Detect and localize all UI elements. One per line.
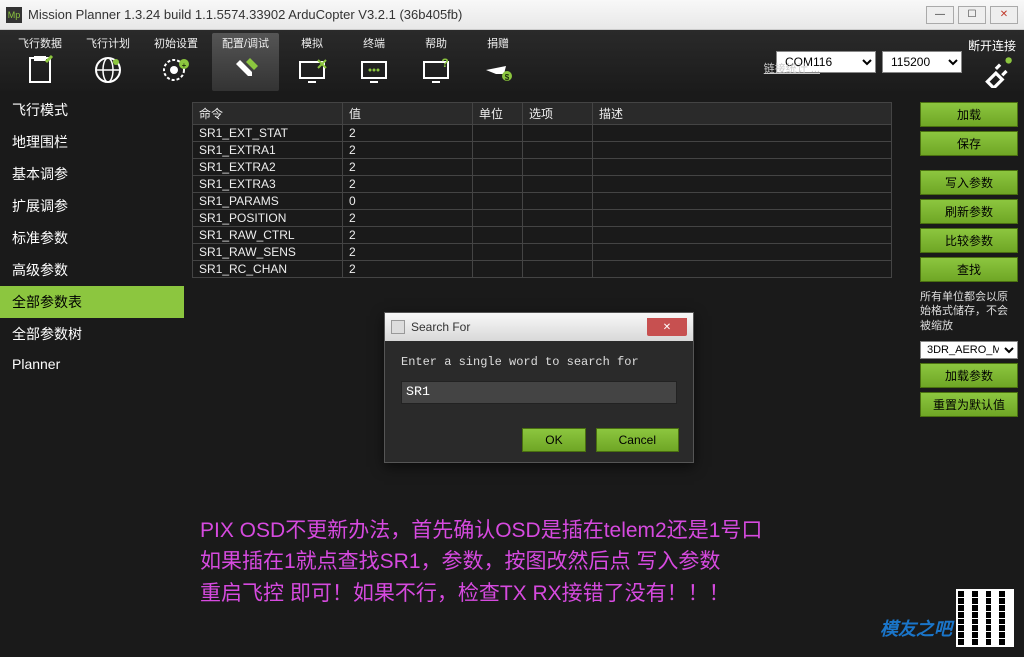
close-button[interactable]: ✕ bbox=[990, 6, 1018, 24]
maximize-button[interactable]: ☐ bbox=[958, 6, 986, 24]
load-from-file-button[interactable]: 加载参数 bbox=[920, 363, 1018, 388]
window-title: Mission Planner 1.3.24 build 1.1.5574.33… bbox=[28, 7, 462, 22]
plug-icon[interactable] bbox=[981, 54, 1015, 88]
tab-config-tuning[interactable]: 配置/调试 bbox=[212, 33, 279, 91]
tab-label: 模拟 bbox=[301, 35, 323, 51]
save-button[interactable]: 保存 bbox=[920, 131, 1018, 156]
sidebar-item-planner[interactable]: Planner bbox=[0, 350, 184, 378]
plane-dollar-icon: $ bbox=[479, 51, 517, 89]
tab-flight-data[interactable]: 飞行数据 bbox=[8, 33, 72, 91]
clipboard-icon bbox=[21, 51, 59, 89]
tab-initial-setup[interactable]: 初始设置 + bbox=[144, 33, 208, 91]
sidebar-item-full-param-table[interactable]: 全部参数表 bbox=[0, 286, 184, 318]
titlebar: Mp Mission Planner 1.3.24 build 1.1.5574… bbox=[0, 0, 1024, 30]
dialog-ok-button[interactable]: OK bbox=[522, 428, 585, 452]
window-controls: — ☐ ✕ bbox=[926, 6, 1018, 24]
reset-defaults-button[interactable]: 重置为默认值 bbox=[920, 392, 1018, 417]
svg-text:+: + bbox=[182, 61, 187, 70]
link-stats-link[interactable]: 链接统计 ... bbox=[764, 60, 820, 76]
table-row[interactable]: SR1_EXTRA32 bbox=[193, 176, 892, 193]
table-row[interactable]: SR1_RAW_SENS2 bbox=[193, 244, 892, 261]
qr-code bbox=[956, 589, 1014, 647]
monitor-x-icon bbox=[293, 51, 331, 89]
dialog-body: Enter a single word to search for bbox=[385, 341, 693, 418]
svg-text:?: ? bbox=[441, 56, 448, 70]
globe-icon bbox=[89, 51, 127, 89]
sidebar-item-geofence[interactable]: 地理围栏 bbox=[0, 126, 184, 158]
table-row[interactable]: SR1_PARAMS0 bbox=[193, 193, 892, 210]
sidebar-item-extended-tuning[interactable]: 扩展调参 bbox=[0, 190, 184, 222]
baud-rate-select[interactable]: 115200 bbox=[882, 51, 962, 73]
tab-terminal[interactable]: 终端 bbox=[345, 33, 403, 91]
tab-label: 终端 bbox=[363, 35, 385, 51]
load-button[interactable]: 加载 bbox=[920, 102, 1018, 127]
search-button[interactable]: 查找 bbox=[920, 257, 1018, 282]
sidebar-item-full-param-tree[interactable]: 全部参数树 bbox=[0, 318, 184, 350]
table-row[interactable]: SR1_POSITION2 bbox=[193, 210, 892, 227]
gear-plus-icon: + bbox=[157, 51, 195, 89]
col-unit[interactable]: 单位 bbox=[473, 103, 523, 125]
table-row[interactable]: SR1_RC_CHAN2 bbox=[193, 261, 892, 278]
dialog-title-text: Search For bbox=[411, 320, 470, 334]
overlay-line2: 如果插在1就点查找SR1，参数，按图改然后点 写入参数 bbox=[200, 546, 762, 578]
sidebar-item-basic-tuning[interactable]: 基本调参 bbox=[0, 158, 184, 190]
dialog-prompt: Enter a single word to search for bbox=[401, 355, 677, 369]
sidebar-item-standard-params[interactable]: 标准参数 bbox=[0, 222, 184, 254]
overlay-line3: 重启飞控 即可！如果不行，检查TX RX接错了没有！！！ bbox=[200, 578, 762, 610]
sidebar: 飞行模式 地理围栏 基本调参 扩展调参 标准参数 高级参数 全部参数表 全部参数… bbox=[0, 94, 184, 657]
tab-label: 帮助 bbox=[425, 35, 447, 51]
dialog-close-button[interactable]: ✕ bbox=[647, 318, 687, 336]
compare-params-button[interactable]: 比较参数 bbox=[920, 228, 1018, 253]
main-toolbar: 飞行数据 飞行计划 初始设置 + 配置/调试 模拟 终端 帮助 ? 捐赠 bbox=[0, 30, 1024, 94]
right-panel: 加载 保存 写入参数 刷新参数 比较参数 查找 所有单位都会以原始格式储存，不会… bbox=[914, 94, 1024, 657]
tab-help[interactable]: 帮助 ? bbox=[407, 33, 465, 91]
sidebar-item-flight-modes[interactable]: 飞行模式 bbox=[0, 94, 184, 126]
help-text: 所有单位都会以原始格式储存，不会被缩放 bbox=[920, 290, 1018, 333]
col-val[interactable]: 值 bbox=[343, 103, 473, 125]
col-desc[interactable]: 描述 bbox=[593, 103, 892, 125]
table-row[interactable]: SR1_EXTRA22 bbox=[193, 159, 892, 176]
monitor-dots-icon bbox=[355, 51, 393, 89]
app-icon: Mp bbox=[6, 7, 22, 23]
tab-simulation[interactable]: 模拟 bbox=[283, 33, 341, 91]
dialog-app-icon bbox=[391, 320, 405, 334]
table-row[interactable]: SR1_EXT_STAT2 bbox=[193, 125, 892, 142]
overlay-line1: PIX OSD不更新办法，首先确认OSD是插在telem2还是1号口 bbox=[200, 515, 762, 547]
monitor-question-icon: ? bbox=[417, 51, 455, 89]
tab-donate[interactable]: 捐赠 $ bbox=[469, 33, 527, 91]
tab-label: 捐赠 bbox=[487, 35, 509, 51]
search-input[interactable] bbox=[401, 381, 677, 404]
param-table[interactable]: 命令 值 单位 选项 描述 SR1_EXT_STAT2SR1_EXTRA12SR… bbox=[192, 102, 892, 278]
dialog-titlebar: Search For ✕ bbox=[385, 313, 693, 341]
col-cmd[interactable]: 命令 bbox=[193, 103, 343, 125]
svg-text:$: $ bbox=[505, 73, 510, 82]
write-params-button[interactable]: 写入参数 bbox=[920, 170, 1018, 195]
tab-label: 初始设置 bbox=[154, 35, 198, 51]
minimize-button[interactable]: — bbox=[926, 6, 954, 24]
param-file-select[interactable]: 3DR_AERO_M.par bbox=[920, 341, 1018, 359]
sidebar-item-advanced-params[interactable]: 高级参数 bbox=[0, 254, 184, 286]
tab-label: 飞行数据 bbox=[18, 35, 62, 51]
search-dialog: Search For ✕ Enter a single word to sear… bbox=[384, 312, 694, 463]
disconnect-label: 断开连接 bbox=[968, 37, 1016, 54]
table-row[interactable]: SR1_EXTRA12 bbox=[193, 142, 892, 159]
watermark-text: 模友之吧 bbox=[880, 615, 952, 641]
tab-label: 配置/调试 bbox=[222, 35, 269, 51]
table-row[interactable]: SR1_RAW_CTRL2 bbox=[193, 227, 892, 244]
col-opts[interactable]: 选项 bbox=[523, 103, 593, 125]
tab-flight-plan[interactable]: 飞行计划 bbox=[76, 33, 140, 91]
annotation-overlay: PIX OSD不更新办法，首先确认OSD是插在telem2还是1号口 如果插在1… bbox=[200, 515, 762, 610]
tab-label: 飞行计划 bbox=[86, 35, 130, 51]
refresh-params-button[interactable]: 刷新参数 bbox=[920, 199, 1018, 224]
wrench-icon bbox=[227, 51, 265, 89]
dialog-cancel-button[interactable]: Cancel bbox=[596, 428, 679, 452]
